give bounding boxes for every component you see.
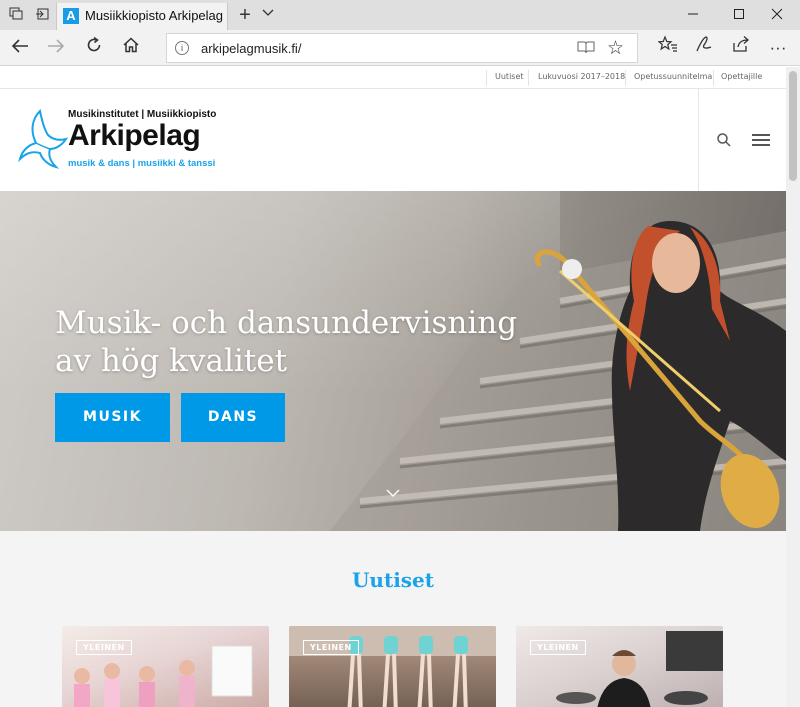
site-header: Musikinstitutet | Musiikkiopisto Arkipel…	[0, 89, 786, 191]
header-divider	[698, 89, 699, 191]
topnav-link-opetussuunnitelma[interactable]: Opetussuunnitelma	[634, 72, 712, 81]
news-card-image	[289, 626, 496, 707]
page-scrollbar[interactable]	[786, 67, 800, 707]
reading-view-icon[interactable]	[577, 40, 595, 58]
logo-name: Arkipelag	[68, 119, 201, 152]
news-card[interactable]: YLEINEN	[62, 626, 269, 707]
category-badge[interactable]: YLEINEN	[303, 640, 359, 655]
browser-tab[interactable]: A Musiikkiopisto Arkipelag	[56, 3, 228, 30]
news-heading: Uutiset	[351, 568, 435, 592]
swallow-logo-icon	[18, 109, 68, 169]
topnav-link-opettajille[interactable]: Opettajille	[721, 72, 762, 81]
scrollbar-thumb[interactable]	[789, 71, 797, 181]
news-card[interactable]: YLEINEN	[289, 626, 496, 707]
browser-toolbar: i arkipelagmusik.fi/ ☆ ···	[0, 30, 800, 66]
star-icon[interactable]: ☆	[607, 37, 624, 60]
hero-title-line2: av hög kvalitet	[55, 343, 288, 379]
category-badge[interactable]: YLEINEN	[530, 640, 586, 655]
nav-divider	[528, 70, 529, 86]
share-icon[interactable]	[727, 34, 755, 62]
dans-button[interactable]: DANS	[181, 393, 285, 442]
tab-title: Musiikkiopisto Arkipelag	[85, 8, 224, 23]
address-bar[interactable]: i arkipelagmusik.fi/ ☆	[166, 33, 638, 63]
news-section: Uutiset YLEINEN YLEINEN YLEINEN	[0, 531, 786, 707]
home-icon[interactable]	[117, 34, 145, 62]
minimize-icon[interactable]	[670, 0, 716, 30]
hero-title-line1: Musik- och dansundervisning	[55, 305, 518, 341]
more-icon[interactable]: ···	[764, 34, 792, 62]
pen-icon[interactable]	[690, 34, 718, 62]
topnav-link-lukuvuosi[interactable]: Lukuvuosi 2017–2018	[538, 72, 625, 81]
top-navigation: Uutiset Lukuvuosi 2017–2018 Opetussuunni…	[0, 67, 786, 89]
category-badge[interactable]: YLEINEN	[76, 640, 132, 655]
nav-divider	[486, 70, 487, 86]
favorites-icon[interactable]	[654, 34, 682, 62]
back-tabs-icon[interactable]	[34, 7, 50, 23]
hero-banner: Musik- och dansundervisning av hög kvali…	[0, 191, 786, 531]
url-text[interactable]: arkipelagmusik.fi/	[201, 41, 301, 56]
browser-titlebar: A Musiikkiopisto Arkipelag ✕ +	[0, 0, 800, 30]
back-arrow-icon[interactable]	[6, 34, 34, 62]
search-icon[interactable]	[716, 132, 732, 148]
nav-divider	[625, 70, 626, 86]
chevron-down-icon[interactable]	[262, 5, 274, 20]
tab-set-aside-icon[interactable]	[8, 7, 24, 23]
news-card-image	[74, 645, 253, 707]
nav-divider	[713, 70, 714, 86]
chevron-down-icon[interactable]	[386, 485, 400, 501]
info-icon[interactable]: i	[175, 41, 189, 55]
refresh-icon[interactable]	[80, 34, 108, 62]
hero-title: Musik- och dansundervisning av hög kvali…	[55, 304, 575, 380]
topnav-link-uutiset[interactable]: Uutiset	[495, 72, 524, 81]
plus-icon[interactable]: +	[236, 4, 254, 27]
hamburger-menu-icon[interactable]	[752, 134, 770, 146]
news-card[interactable]: YLEINEN	[516, 626, 723, 707]
logo-subline: musik & dans | musiikki & tanssi	[68, 158, 216, 169]
news-card-image	[556, 631, 723, 707]
musik-button[interactable]: MUSIK	[55, 393, 170, 442]
favicon-icon: A	[63, 8, 79, 24]
forward-arrow-icon[interactable]	[42, 34, 70, 62]
close-window-icon[interactable]	[754, 0, 800, 30]
web-page: Uutiset Lukuvuosi 2017–2018 Opetussuunni…	[0, 67, 786, 707]
